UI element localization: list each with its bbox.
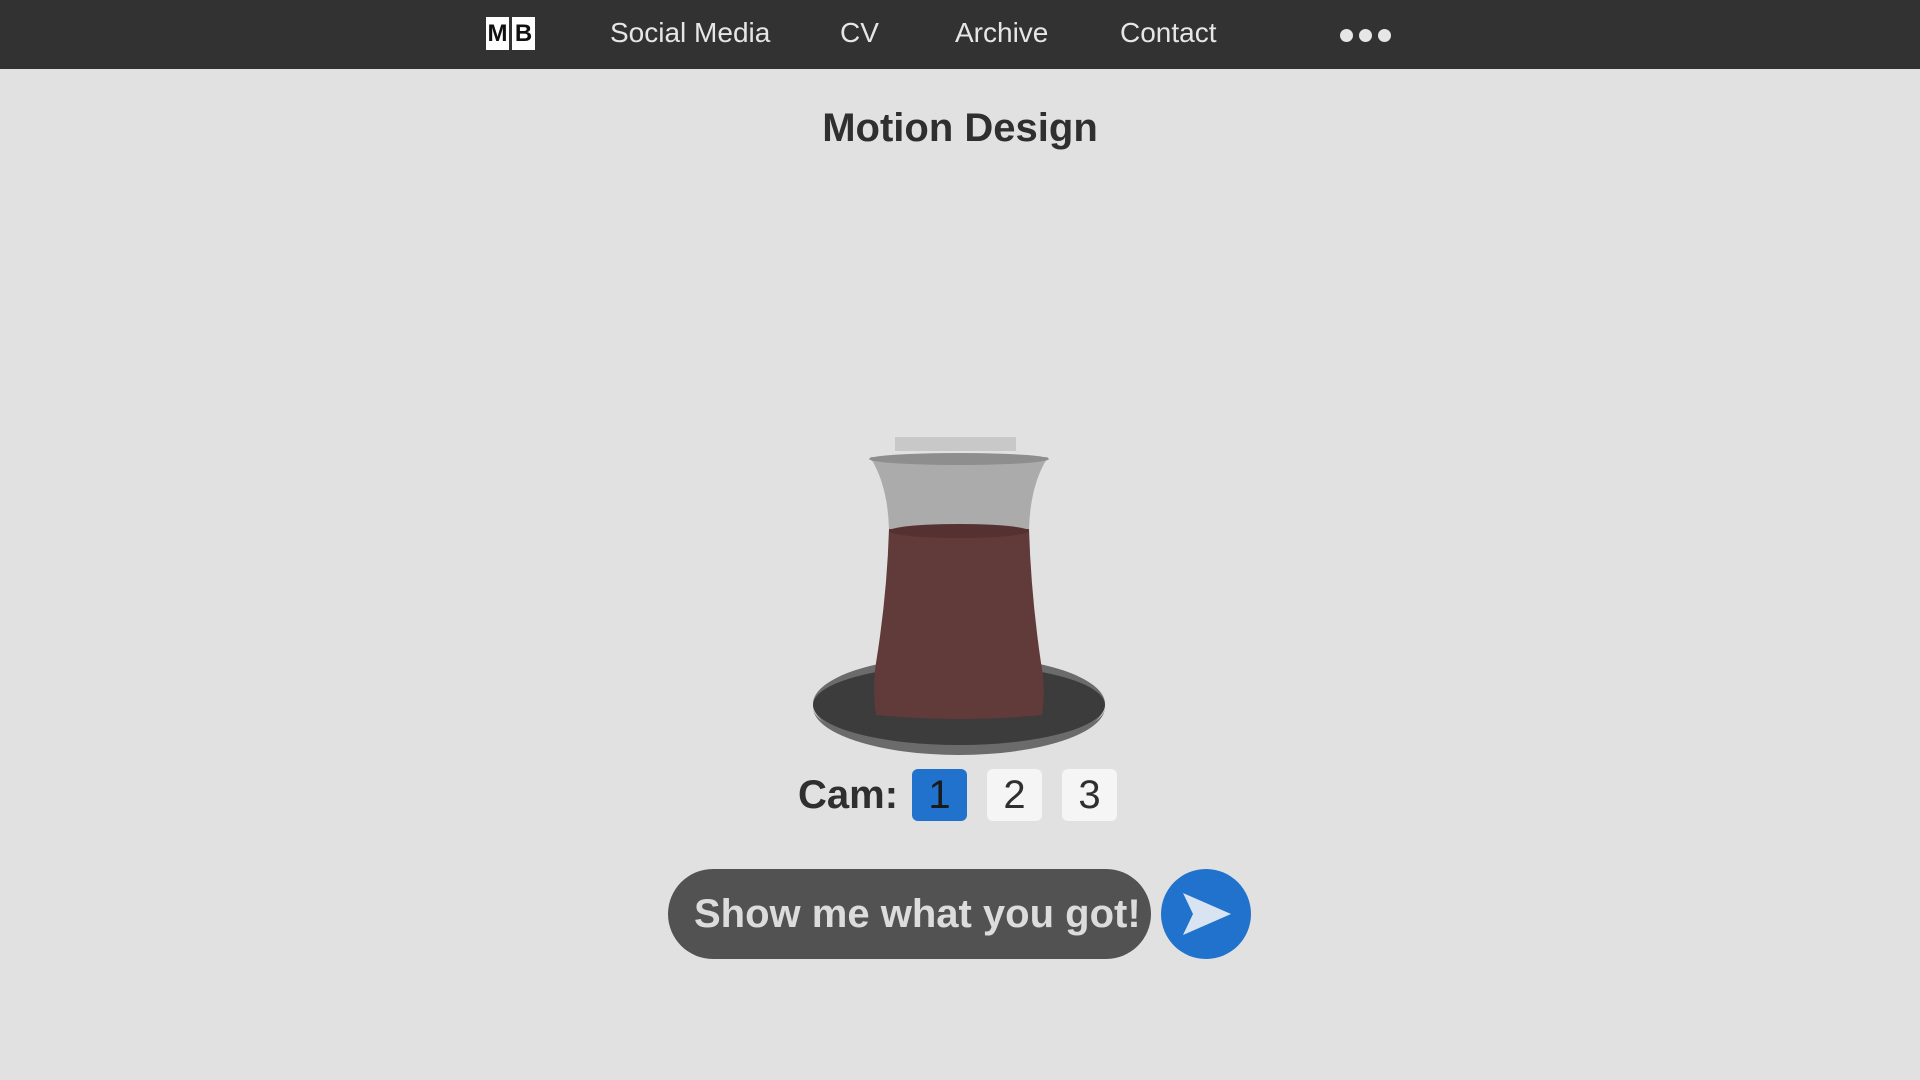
glass-lid (895, 437, 1016, 451)
chat-input[interactable]: Show me what you got! (668, 869, 1151, 959)
cam-button-1[interactable]: 1 (912, 769, 967, 821)
send-button[interactable] (1161, 869, 1251, 959)
tea-glass-illustration (813, 437, 1105, 755)
tea-liquid (874, 529, 1044, 719)
more-dots-icon[interactable] (1340, 27, 1392, 43)
send-arrow-icon (1183, 893, 1231, 935)
logo-letter-b: B (512, 17, 535, 50)
top-navbar: M B Social Media CV Archive Contact (0, 0, 1920, 69)
cam-button-2[interactable]: 2 (987, 769, 1042, 821)
site-logo[interactable]: M B (486, 17, 535, 50)
tea-surface (889, 524, 1029, 538)
cam-button-3[interactable]: 3 (1062, 769, 1117, 821)
glass-upper (870, 457, 1048, 530)
logo-letter-m: M (486, 17, 509, 50)
chat-input-value: Show me what you got! (694, 891, 1141, 936)
nav-link-archive[interactable]: Archive (955, 0, 1048, 69)
cam-label: Cam: (798, 773, 899, 817)
nav-link-contact[interactable]: Contact (1120, 0, 1217, 69)
page-title: Motion Design (822, 106, 1098, 150)
nav-link-cv[interactable]: CV (840, 0, 879, 69)
nav-link-social-media[interactable]: Social Media (610, 0, 770, 69)
glass-rim (869, 453, 1049, 465)
